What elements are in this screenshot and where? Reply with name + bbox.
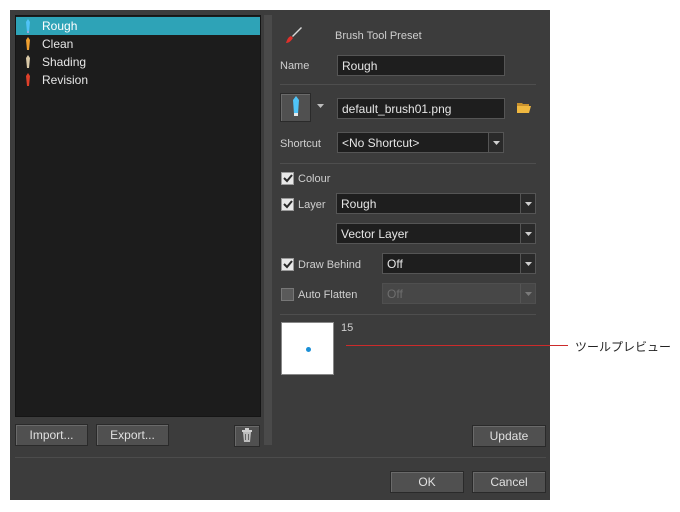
name-input[interactable]: Rough (337, 55, 505, 76)
splitter[interactable] (264, 15, 272, 445)
preset-item-revision[interactable]: Revision (16, 71, 260, 89)
draw-behind-dropdown[interactable]: Off (382, 253, 536, 274)
preset-label: Shading (42, 55, 87, 69)
separator (280, 314, 536, 315)
pencil-red-icon (20, 72, 36, 88)
export-button[interactable]: Export... (96, 424, 169, 446)
update-button[interactable]: Update (472, 425, 546, 447)
panel-title: Brush Tool Preset (335, 30, 422, 42)
preset-label: Clean (42, 37, 74, 51)
shortcut-value: <No Shortcut> (342, 135, 420, 150)
auto-flatten-dropdown: Off (382, 283, 536, 304)
pencil-blue-icon (20, 18, 36, 34)
preset-item-clean[interactable]: Clean (16, 35, 260, 53)
auto-flatten-checkbox[interactable] (281, 288, 294, 301)
chevron-down-icon (520, 194, 535, 213)
pencil-orange-icon (20, 36, 36, 52)
trash-icon (241, 427, 253, 445)
layer-label: Layer (298, 199, 326, 211)
cancel-button[interactable]: Cancel (472, 471, 546, 493)
pencil-blue-icon (291, 96, 301, 119)
callout-line (346, 345, 568, 346)
tool-file-field[interactable]: default_brush01.png (337, 98, 505, 119)
preset-list[interactable]: Rough Clean Shading Revision (15, 15, 261, 417)
brush-preview-dot (306, 347, 311, 352)
shortcut-dropdown[interactable]: <No Shortcut> (337, 132, 504, 153)
separator (15, 457, 546, 458)
draw-behind-label: Draw Behind (298, 259, 361, 271)
layer-type-dropdown[interactable]: Vector Layer (336, 223, 536, 244)
tool-icon-button[interactable] (280, 93, 311, 122)
layer-dropdown[interactable]: Rough (336, 193, 536, 214)
chevron-down-icon (488, 133, 503, 152)
brush-icon (285, 26, 303, 47)
chevron-down-icon (520, 254, 535, 273)
colour-label: Colour (298, 173, 331, 185)
layer-checkbox[interactable] (281, 198, 294, 211)
layer-type-value: Vector Layer (341, 226, 409, 241)
brush-tool-preset-dialog: Rough Clean Shading Revision Import... E… (10, 10, 550, 500)
layer-value: Rough (341, 196, 377, 211)
import-button[interactable]: Import... (15, 424, 88, 446)
separator (280, 163, 536, 164)
chevron-down-icon (520, 224, 535, 243)
name-label: Name (280, 60, 310, 72)
ok-button[interactable]: OK (390, 471, 464, 493)
delete-button[interactable] (234, 425, 260, 447)
separator (280, 84, 536, 85)
preset-label: Revision (42, 73, 89, 87)
preset-label: Rough (42, 19, 78, 33)
pencil-beige-icon (20, 54, 36, 70)
preset-item-rough[interactable]: Rough (16, 17, 260, 35)
callout-label: ツールプレビュー (575, 340, 672, 354)
chevron-down-icon (520, 284, 535, 303)
auto-flatten-value: Off (387, 286, 403, 301)
folder-open-icon[interactable] (517, 102, 531, 116)
preset-item-shading[interactable]: Shading (16, 53, 260, 71)
draw-behind-checkbox[interactable] (281, 258, 294, 271)
preview-size: 15 (341, 322, 354, 334)
tool-preview (281, 322, 334, 375)
auto-flatten-label: Auto Flatten (298, 289, 358, 301)
shortcut-label: Shortcut (280, 138, 321, 150)
colour-checkbox[interactable] (281, 172, 294, 185)
chevron-down-icon[interactable] (315, 101, 325, 111)
draw-behind-value: Off (387, 256, 403, 271)
